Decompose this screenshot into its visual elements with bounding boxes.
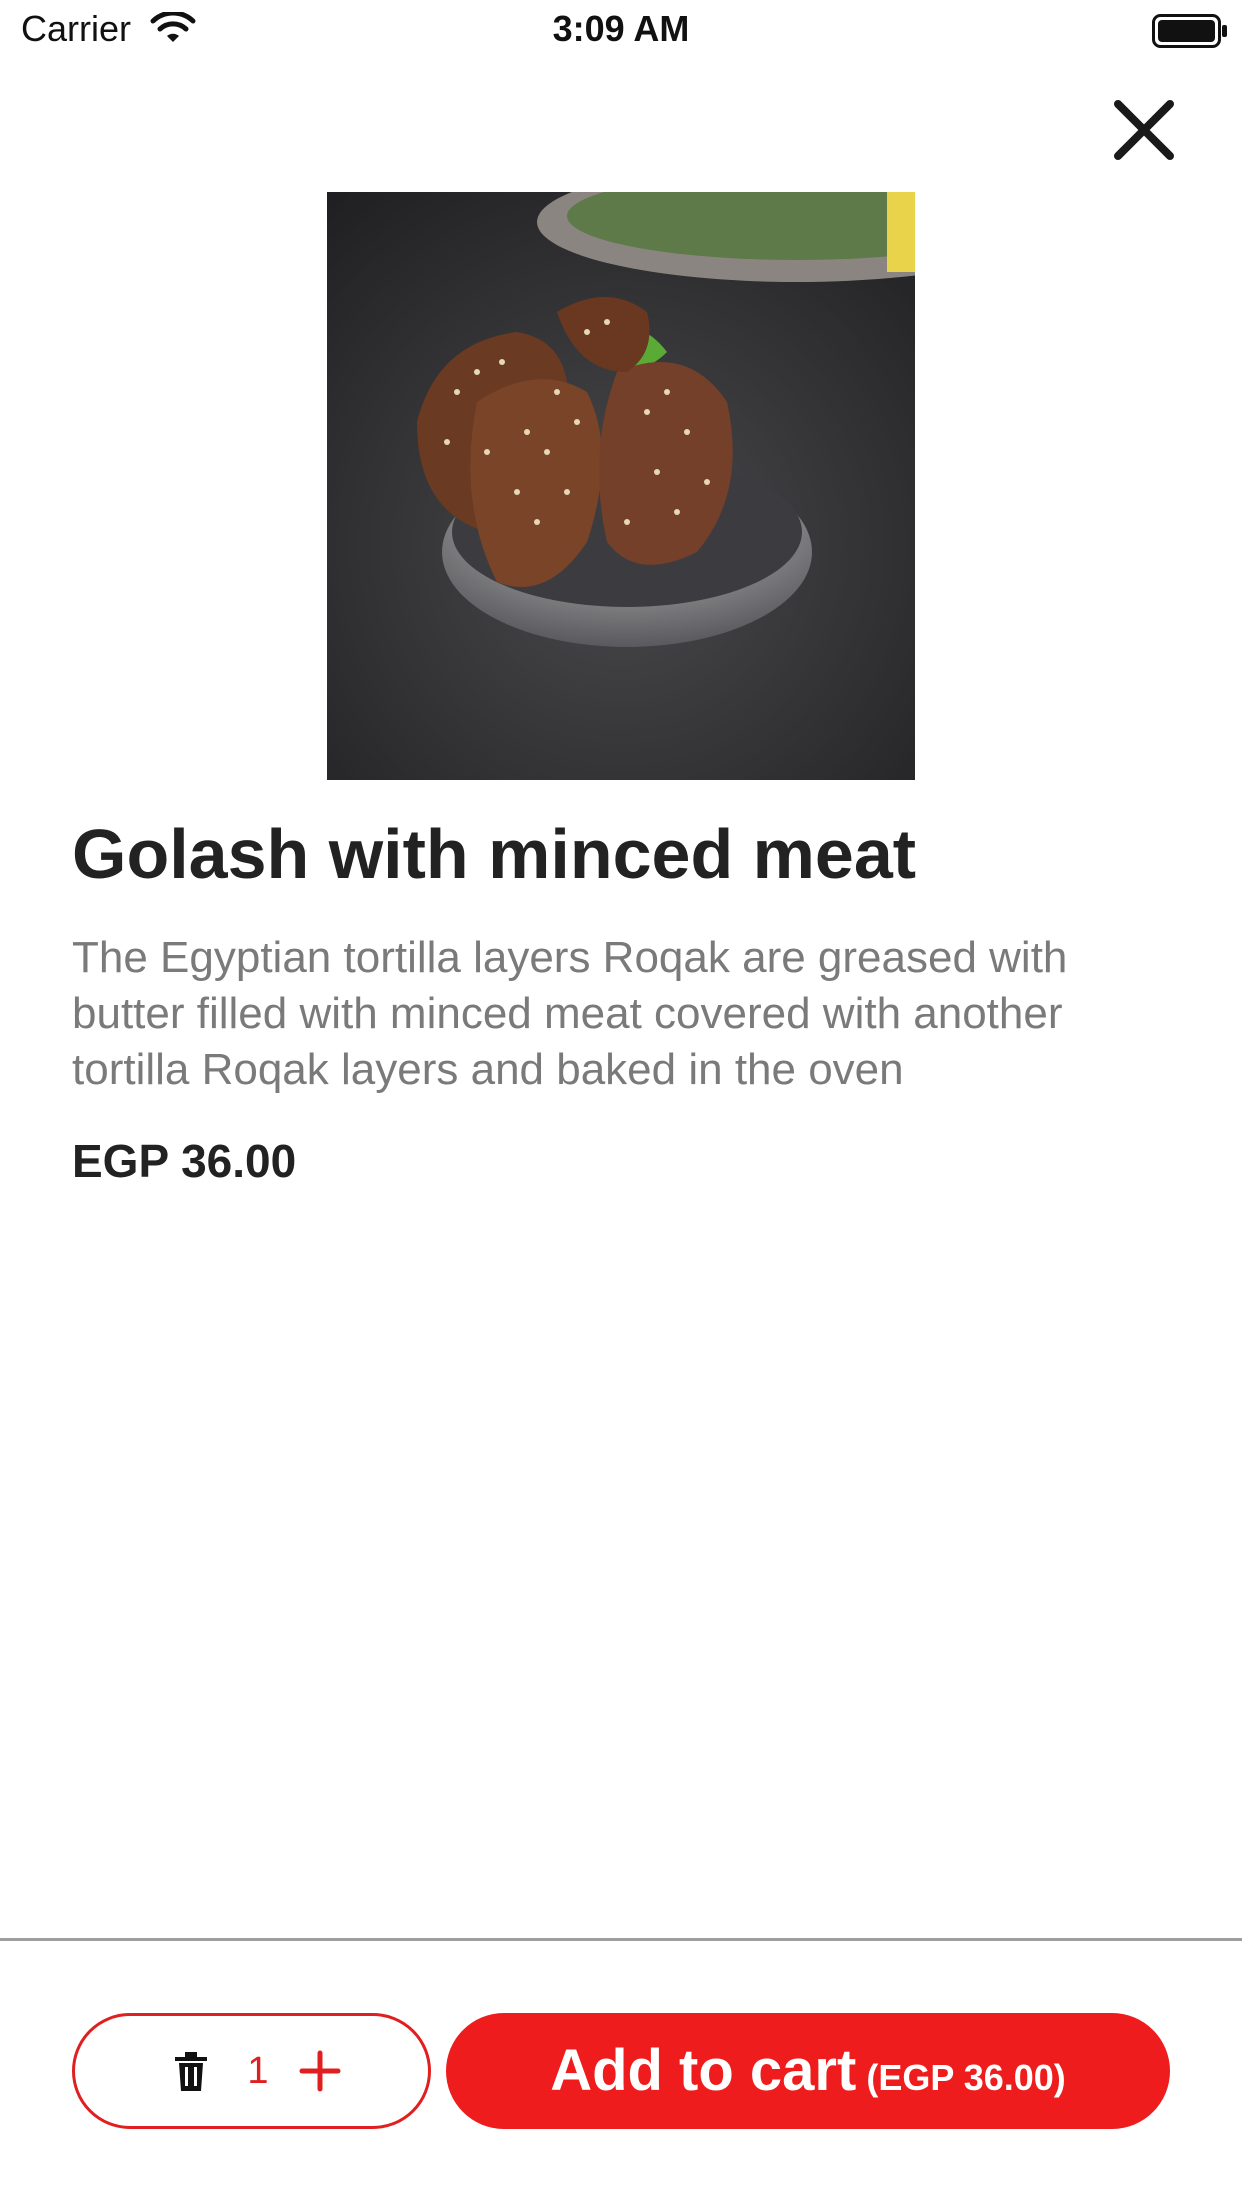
quantity-value: 1 — [247, 2050, 269, 2092]
product-description: The Egyptian tortilla layers Roqak are g… — [72, 933, 1068, 1094]
battery-full-icon — [1152, 14, 1228, 48]
add-to-cart-label: Add to cart — [550, 2038, 857, 2103]
product-price: EGP 36.00 — [72, 1135, 297, 1187]
plus-icon[interactable] — [297, 2048, 343, 2094]
product-image — [327, 192, 915, 780]
status-time: 3:09 AM — [552, 8, 690, 49]
close-button[interactable] — [1106, 92, 1182, 168]
footer-divider — [0, 1938, 1242, 1941]
product-title: Golash with minced meat — [72, 815, 917, 893]
trash-icon[interactable] — [173, 2052, 209, 2092]
close-icon — [1114, 100, 1174, 160]
status-bar: Carrier 3:09 AM — [0, 0, 1242, 62]
add-to-cart-price: (EGP 36.00) — [866, 2057, 1066, 2098]
quantity-stepper: 1 — [72, 2013, 431, 2129]
add-to-cart-button[interactable]: Add to cart (EGP 36.00) — [446, 2013, 1170, 2129]
